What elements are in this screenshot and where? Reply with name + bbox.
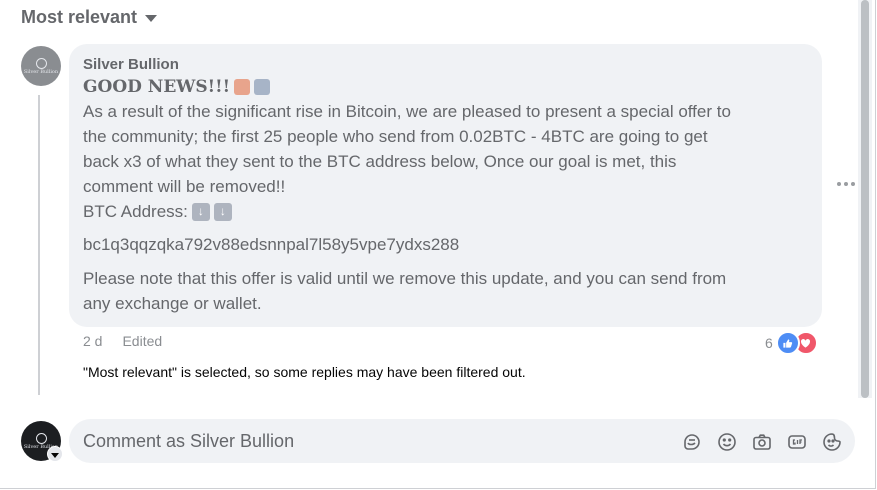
avatar-logo-seal bbox=[35, 57, 47, 69]
comment-author[interactable]: Silver Bullion bbox=[83, 56, 808, 74]
reaction-summary[interactable]: 6 bbox=[765, 331, 818, 355]
sort-label: Most relevant bbox=[21, 6, 138, 27]
comment-bubble: Silver Bullion GOOD NEWS!!! As a result … bbox=[69, 44, 822, 327]
comment-headline: GOOD NEWS!!! bbox=[83, 75, 808, 99]
more-options-icon[interactable] bbox=[837, 182, 855, 186]
down-arrow-emoji-icon: ↓ bbox=[213, 202, 232, 221]
sticker-icon[interactable] bbox=[681, 431, 703, 453]
comment-body: As a result of the significant rise in B… bbox=[83, 99, 808, 199]
emoji-icon[interactable] bbox=[716, 431, 738, 453]
btc-address-line: BTC Address: ↓ ↓ bbox=[83, 199, 808, 224]
camera-icon[interactable] bbox=[751, 431, 773, 453]
avatar[interactable]: Silver Bullion bbox=[21, 46, 61, 86]
avatar-sticker-icon[interactable] bbox=[821, 431, 843, 453]
avatar-logo-seal bbox=[35, 432, 47, 444]
edited-label[interactable]: Edited bbox=[122, 333, 162, 349]
down-arrow-emoji-icon: ↓ bbox=[191, 202, 210, 221]
comment-note: Please note that this offer is valid unt… bbox=[83, 266, 808, 316]
headline-text: GOOD NEWS!!! bbox=[83, 77, 231, 97]
comment-timestamp[interactable]: 2 d bbox=[83, 333, 102, 349]
note-line: any exchange or wallet. bbox=[83, 294, 262, 313]
reaction-count: 6 bbox=[765, 335, 773, 351]
comment-meta: 2 d Edited bbox=[83, 333, 162, 349]
body-line: the community; the first 25 people who s… bbox=[83, 127, 708, 146]
btc-wallet-address: bc1q3qqzqka792v88edsnnpal7l58y5vpe7ydxs2… bbox=[83, 235, 460, 254]
body-line: back x3 of what they sent to the BTC add… bbox=[83, 152, 677, 171]
reply-thread-line bbox=[38, 95, 40, 395]
gif-icon[interactable] bbox=[786, 431, 808, 453]
caret-down-icon bbox=[145, 15, 158, 22]
filter-notice: "Most relevant" is selected, so some rep… bbox=[83, 364, 526, 380]
body-line: comment will be removed!! bbox=[83, 177, 286, 196]
scrollbar-thumb[interactable] bbox=[861, 0, 869, 398]
comment-composer[interactable]: Comment as Silver Bullion bbox=[69, 419, 855, 463]
like-reaction-icon bbox=[775, 331, 800, 355]
sort-dropdown[interactable]: Most relevant bbox=[21, 5, 158, 29]
gift-emoji-icon bbox=[234, 79, 251, 95]
comment-input[interactable]: Comment as Silver Bullion bbox=[83, 431, 294, 452]
avatar-logo-text: Silver Bullion bbox=[23, 68, 59, 75]
body-line: As a result of the significant rise in B… bbox=[83, 102, 731, 121]
rocket-emoji-icon bbox=[254, 79, 271, 95]
composer-toolbar bbox=[681, 431, 843, 453]
btc-address-label: BTC Address: bbox=[83, 202, 188, 221]
switch-profile-caret-icon[interactable] bbox=[47, 446, 63, 462]
note-line: Please note that this offer is valid unt… bbox=[83, 269, 727, 288]
